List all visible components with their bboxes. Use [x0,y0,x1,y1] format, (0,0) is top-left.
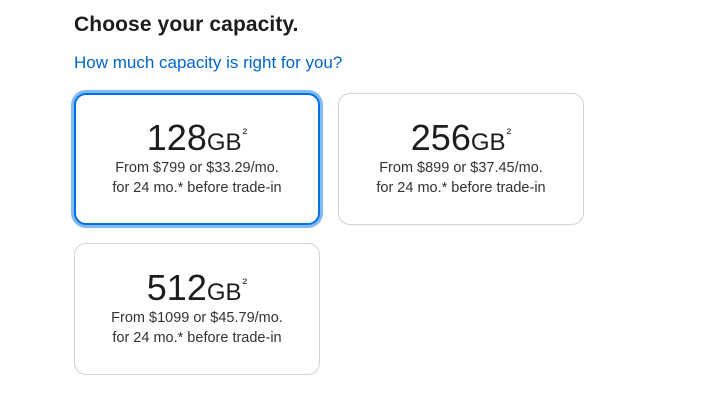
financing-line: for 24 mo.* before trade-in [112,330,282,346]
capacity-label: 512GB² [75,264,319,307]
financing-line: for 24 mo.* before trade-in [112,180,282,196]
capacity-unit: GB [206,129,242,156]
capacity-help-link[interactable]: How much capacity is right for you? [74,53,342,73]
capacity-picker: Choose your capacity. How much capacity … [0,0,717,402]
capacity-unit: GB [206,279,242,306]
price-line: From $899 or $37.45/mo. [379,160,543,176]
price-info: From $1099 or $45.79/mo. for 24 mo.* bef… [75,308,319,348]
price-info: From $899 or $37.45/mo. for 24 mo.* befo… [339,158,583,198]
price-line: From $1099 or $45.79/mo. [111,310,283,326]
capacity-label: 128GB² [76,114,318,157]
price-line: From $799 or $33.29/mo. [115,160,279,176]
capacity-option-512gb[interactable]: 512GB² From $1099 or $45.79/mo. for 24 m… [74,243,320,375]
footnote-marker: ² [242,275,248,291]
capacity-option-256gb[interactable]: 256GB² From $899 or $37.45/mo. for 24 mo… [338,93,584,225]
footnote-marker: ² [506,125,512,141]
section-heading: Choose your capacity. [74,13,299,36]
capacity-unit: GB [470,129,506,156]
capacity-size: 128 [146,117,207,158]
price-info: From $799 or $33.29/mo. for 24 mo.* befo… [76,158,318,198]
footnote-marker: ² [242,125,248,141]
capacity-size: 512 [146,267,207,308]
capacity-size: 256 [410,117,471,158]
capacity-option-128gb[interactable]: 128GB² From $799 or $33.29/mo. for 24 mo… [74,93,320,225]
financing-line: for 24 mo.* before trade-in [376,180,546,196]
capacity-label: 256GB² [339,114,583,157]
